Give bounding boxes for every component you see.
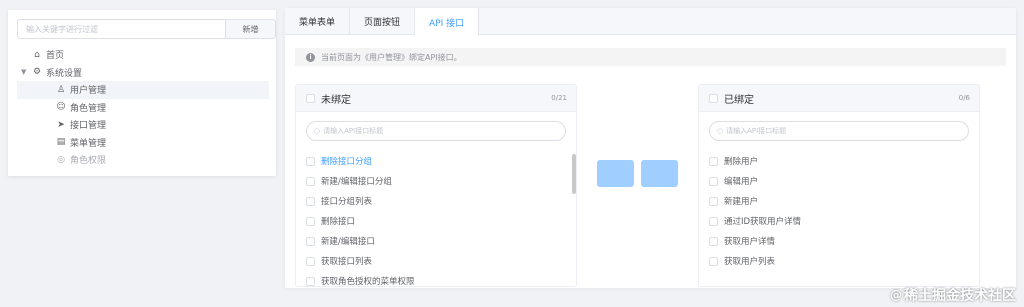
filter-placeholder: 请输入API接口标题 bbox=[726, 127, 787, 135]
tree-filter-input[interactable] bbox=[17, 19, 226, 39]
item-checkbox[interactable] bbox=[306, 196, 315, 206]
item-checkbox[interactable] bbox=[306, 236, 315, 246]
item-label: 删除接口分组 bbox=[321, 157, 373, 167]
tab-bar: 菜单表单 页面按钮 API 接口 bbox=[285, 8, 1016, 36]
search-icon: ○ bbox=[314, 127, 321, 135]
item-label: 编辑用户 bbox=[724, 177, 759, 187]
caret-down-icon[interactable]: ▼ bbox=[21, 68, 26, 76]
list-item[interactable]: 通过ID获取用户详情 bbox=[699, 211, 979, 231]
list-item[interactable]: 接口分组列表 bbox=[296, 191, 576, 211]
tree-node-home[interactable]: ⌂ 首页 bbox=[17, 46, 269, 64]
tree-search-row: 新增 bbox=[17, 19, 276, 39]
item-checkbox[interactable] bbox=[306, 216, 315, 226]
item-checkbox[interactable] bbox=[306, 276, 315, 286]
item-label: 通过ID获取用户详情 bbox=[724, 217, 802, 227]
select-all-checkbox[interactable] bbox=[709, 93, 718, 103]
bound-list: 删除用户 编辑用户 新建用户 通过ID获取用户详情 获取用户详情 获取用户列表 bbox=[699, 151, 979, 271]
bound-filter-input[interactable]: ○ 请输入API接口标题 bbox=[709, 121, 969, 141]
item-label: 删除接口 bbox=[321, 217, 356, 227]
unbound-list: 删除接口分组 新建/编辑接口分组 接口分组列表 删除接口 新建/编辑接口 获取接… bbox=[296, 151, 576, 287]
list-item[interactable]: 获取用户列表 bbox=[699, 251, 979, 271]
item-label: 获取接口列表 bbox=[321, 257, 373, 267]
item-checkbox[interactable] bbox=[709, 236, 718, 246]
bound-panel: 已绑定 0/6 ○ 请输入API接口标题 删除用户 编辑用户 新建用户 通过ID… bbox=[698, 84, 980, 287]
search-icon: ○ bbox=[717, 127, 724, 135]
select-all-checkbox[interactable] bbox=[306, 93, 315, 103]
item-checkbox[interactable] bbox=[709, 216, 718, 226]
tree-node-system-settings[interactable]: ▼ ⚙ 系统设置 bbox=[17, 64, 269, 82]
unbound-panel: 未绑定 0/21 ○ 请输入API接口标题 删除接口分组 新建/编辑接口分组 接… bbox=[295, 84, 577, 287]
role-icon: ☺ bbox=[56, 102, 66, 113]
item-checkbox[interactable] bbox=[306, 176, 315, 186]
tab-menu-form[interactable]: 菜单表单 bbox=[285, 8, 351, 35]
tab-page-buttons[interactable]: 页面按钮 bbox=[350, 8, 416, 35]
watermark-text: 稀土掘金技术社区 bbox=[904, 288, 1016, 304]
tree-node-label: 接口管理 bbox=[70, 121, 107, 132]
selection-count: 0/21 bbox=[551, 94, 567, 102]
tree-node-user-management[interactable]: ♙ 用户管理 bbox=[17, 81, 269, 99]
panel-title: 已绑定 bbox=[724, 94, 754, 106]
tree-node-label: 用户管理 bbox=[70, 86, 107, 97]
item-checkbox[interactable] bbox=[709, 196, 718, 206]
item-label: 获取用户列表 bbox=[724, 257, 776, 267]
item-checkbox[interactable] bbox=[306, 156, 315, 166]
main-panel: 菜单表单 页面按钮 API 接口 i 当前页面为《用户管理》绑定API接口。 未… bbox=[285, 8, 1016, 288]
user-icon: ♙ bbox=[56, 84, 66, 95]
item-checkbox[interactable] bbox=[709, 176, 718, 186]
item-label: 获取用户详情 bbox=[724, 237, 776, 247]
menu-icon: ▤ bbox=[56, 137, 66, 148]
item-label: 新建/编辑接口 bbox=[321, 237, 375, 247]
info-alert: i 当前页面为《用户管理》绑定API接口。 bbox=[295, 48, 1006, 66]
list-item[interactable]: 获取角色授权的菜单权限 bbox=[296, 271, 576, 287]
list-scrollbar[interactable] bbox=[572, 154, 576, 194]
tree-node-label: 角色管理 bbox=[70, 103, 107, 114]
tree-node-role-permission[interactable]: ◎ 角色权限 bbox=[17, 151, 269, 169]
item-label: 接口分组列表 bbox=[321, 197, 373, 207]
list-item[interactable]: 删除用户 bbox=[699, 151, 979, 171]
list-item[interactable]: 获取接口列表 bbox=[296, 251, 576, 271]
filter-placeholder: 请输入API接口标题 bbox=[323, 127, 384, 135]
alert-text: 当前页面为《用户管理》绑定API接口。 bbox=[321, 52, 462, 62]
item-checkbox[interactable] bbox=[709, 156, 718, 166]
tree-node-api-management[interactable]: ➤ 接口管理 bbox=[17, 116, 269, 134]
item-label: 获取角色授权的菜单权限 bbox=[321, 277, 415, 287]
menu-tree: ⌂ 首页 ▼ ⚙ 系统设置 ♙ 用户管理 ☺ 角色管理 ➤ 接口管理 ▤ 菜单管… bbox=[17, 46, 269, 169]
tree-node-menu-management[interactable]: ▤ 菜单管理 bbox=[17, 134, 269, 152]
list-item[interactable]: 编辑用户 bbox=[699, 171, 979, 191]
bound-panel-header: 已绑定 0/6 bbox=[699, 85, 979, 112]
item-checkbox[interactable] bbox=[709, 256, 718, 266]
watermark: @ 稀土掘金技术社区 bbox=[890, 285, 1016, 305]
move-right-button[interactable] bbox=[641, 160, 678, 187]
list-item[interactable]: 获取用户详情 bbox=[699, 231, 979, 251]
tree-node-label: 角色权限 bbox=[70, 156, 107, 167]
item-label: 新建用户 bbox=[724, 197, 759, 207]
tree-node-label: 系统设置 bbox=[46, 68, 83, 79]
info-icon: i bbox=[306, 52, 315, 62]
list-item[interactable]: 删除接口分组 bbox=[296, 151, 576, 171]
item-label: 新建/编辑接口分组 bbox=[321, 177, 392, 187]
list-item[interactable]: 新建/编辑接口 bbox=[296, 231, 576, 251]
list-item[interactable]: 新建用户 bbox=[699, 191, 979, 211]
home-icon: ⌂ bbox=[34, 49, 40, 60]
tree-panel: 新增 ⌂ 首页 ▼ ⚙ 系统设置 ♙ 用户管理 ☺ 角色管理 ➤ 接口管理 ▤ … bbox=[8, 10, 276, 176]
tree-node-label: 首页 bbox=[46, 51, 65, 62]
move-left-button[interactable] bbox=[597, 160, 634, 187]
panel-title: 未绑定 bbox=[321, 94, 351, 106]
permission-icon: ◎ bbox=[57, 154, 65, 165]
list-item[interactable]: 删除接口 bbox=[296, 211, 576, 231]
selection-count: 0/6 bbox=[958, 94, 970, 102]
send-icon: ➤ bbox=[57, 119, 65, 130]
unbound-panel-header: 未绑定 0/21 bbox=[296, 85, 576, 112]
item-label: 删除用户 bbox=[724, 157, 759, 167]
add-button[interactable]: 新增 bbox=[226, 19, 276, 39]
tree-node-label: 菜单管理 bbox=[70, 138, 107, 149]
item-checkbox[interactable] bbox=[306, 256, 315, 266]
tab-api[interactable]: API 接口 bbox=[415, 8, 480, 36]
gear-icon: ⚙ bbox=[32, 67, 42, 78]
juejin-logo-icon: @ bbox=[890, 288, 902, 302]
list-item[interactable]: 新建/编辑接口分组 bbox=[296, 171, 576, 191]
unbound-filter-input[interactable]: ○ 请输入API接口标题 bbox=[306, 121, 566, 141]
tree-node-role-management[interactable]: ☺ 角色管理 bbox=[17, 99, 269, 117]
